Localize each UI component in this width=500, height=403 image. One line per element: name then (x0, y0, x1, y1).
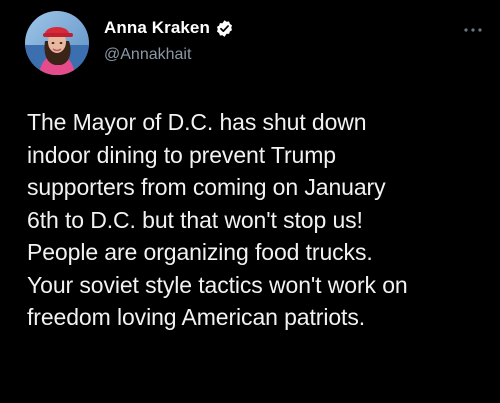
display-name[interactable]: Anna Kraken (104, 18, 210, 38)
author-block: Anna Kraken @Annakhait (104, 17, 234, 64)
name-row: Anna Kraken (104, 17, 234, 39)
handle[interactable]: @Annakhait (104, 46, 234, 64)
profile-photo-icon (25, 11, 89, 75)
ellipsis-icon[interactable] (462, 22, 484, 32)
verified-badge-icon (215, 19, 234, 38)
avatar[interactable] (25, 11, 89, 75)
tweet-text: The Mayor of D.C. has shut down indoor d… (27, 109, 408, 330)
tweet-card: Anna Kraken @Annakhait The Mayor of D.C.… (0, 0, 500, 403)
